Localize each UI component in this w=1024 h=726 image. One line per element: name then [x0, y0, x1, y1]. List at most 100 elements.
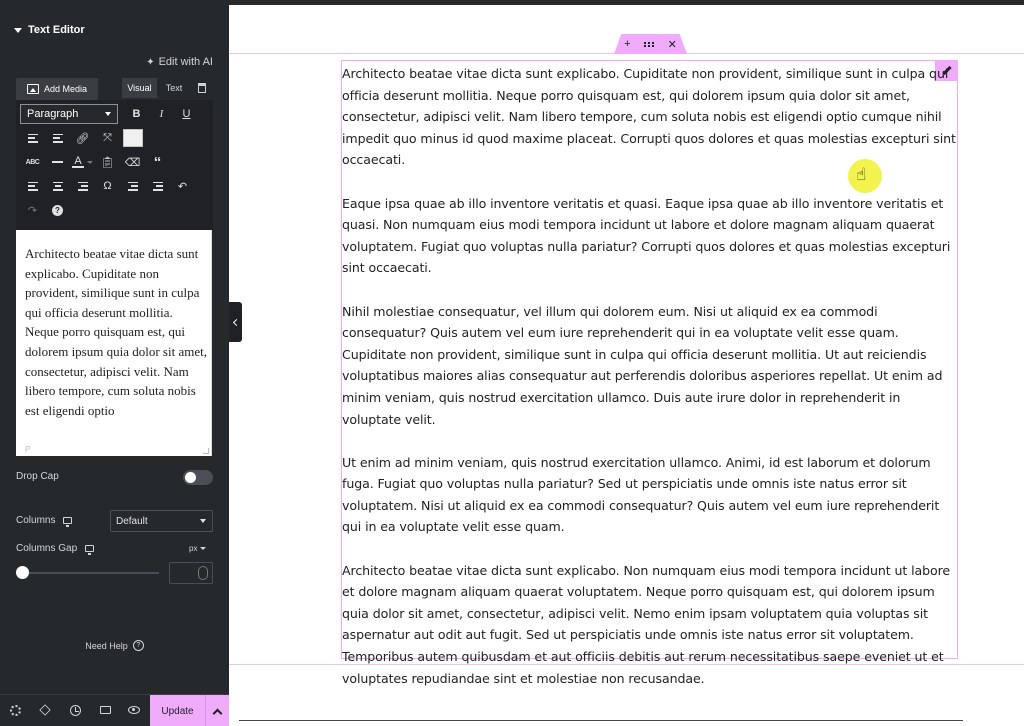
edit-with-ai-button[interactable]: ✦ Edit with AI	[146, 56, 213, 68]
redo-button[interactable]: ↷	[20, 199, 45, 221]
align-left-button[interactable]	[20, 175, 45, 197]
paste-text-button[interactable]: 📋︎	[95, 151, 120, 173]
align-right-button[interactable]	[70, 175, 95, 197]
align-right-icon	[77, 181, 88, 191]
responsive-mode-button[interactable]	[99, 704, 111, 716]
columns-gap-input[interactable]	[169, 562, 213, 584]
divider	[239, 720, 963, 721]
tab-visual[interactable]: Visual	[122, 78, 157, 98]
special-character-button[interactable]: Ω	[95, 175, 120, 197]
redo-icon: ↷	[27, 204, 38, 217]
columns-gap-control-label: Columns Gap	[16, 543, 95, 555]
save-options-button[interactable]	[205, 695, 229, 726]
desktop-icon[interactable]	[85, 545, 95, 555]
chevron-down-icon	[200, 519, 206, 523]
numbered-list-button[interactable]	[45, 127, 70, 149]
outdent-icon	[127, 181, 138, 191]
slider-track	[16, 572, 159, 574]
blockquote-button[interactable]: “	[145, 151, 170, 173]
question-circle-icon: ?	[132, 640, 144, 651]
clipboard-icon: 📋︎	[100, 156, 115, 169]
columns-select[interactable]: Default	[110, 510, 213, 532]
clear-formatting-button[interactable]: ⌫	[120, 151, 145, 173]
chevron-down-icon	[200, 547, 207, 550]
columns-gap-label: Columns Gap	[16, 543, 78, 554]
unit-value: px	[189, 544, 198, 553]
add-media-label: Add Media	[43, 84, 88, 94]
collapse-panel-button[interactable]	[229, 302, 242, 342]
fullscreen-button[interactable]: ⤧	[95, 127, 120, 149]
bold-button[interactable]: B	[124, 103, 149, 125]
navigator-button[interactable]	[39, 704, 51, 716]
undo-button[interactable]: ↶	[170, 175, 195, 197]
columns-gap-slider[interactable]	[16, 566, 159, 580]
section-header[interactable]: Text Editor	[14, 22, 85, 38]
editor-text[interactable]: Architecto beatae vitae dicta sunt expli…	[25, 244, 207, 420]
strikethrough-button[interactable]: ABC	[20, 151, 45, 173]
bullet-list-icon	[27, 133, 38, 143]
hand-cursor-icon: ☝	[856, 165, 867, 184]
drop-cap-label: Drop Cap	[16, 471, 59, 482]
drag-handle-icon[interactable]	[643, 41, 655, 47]
omega-icon: Ω	[103, 180, 112, 192]
eraser-icon: ⌫	[124, 156, 141, 169]
clear-button[interactable]	[191, 78, 213, 98]
tab-text[interactable]: Text	[158, 78, 190, 98]
bullet-list-button[interactable]	[20, 127, 45, 149]
slider-thumb[interactable]	[16, 566, 29, 579]
edit-with-ai-label: Edit with AI	[158, 56, 213, 68]
eye-icon	[128, 706, 140, 714]
canvas-top-edge	[229, 0, 1024, 5]
panel-footer: Update	[0, 694, 229, 726]
chevron-down-icon	[86, 160, 93, 164]
editor-path: P	[25, 445, 31, 454]
underline-button[interactable]: U	[174, 103, 199, 125]
horizontal-line-button[interactable]	[45, 151, 70, 173]
editor-content-area[interactable]: Architecto beatae vitae dicta sunt expli…	[16, 230, 212, 456]
paragraph: Ut enim ad minim veniam, quis nostrud ex…	[342, 454, 940, 535]
preview-button[interactable]	[128, 704, 140, 716]
keyboard-shortcuts-button[interactable]: ?	[45, 199, 70, 221]
outdent-button[interactable]	[120, 175, 145, 197]
fullscreen-icon: ⤧	[103, 131, 112, 144]
paragraph: Eaque ipsa quae ab illo inventore verita…	[342, 195, 951, 276]
help-icon: ?	[52, 204, 63, 216]
format-select-value: Paragraph	[27, 108, 79, 120]
link-button[interactable]: 🔗︎	[70, 127, 95, 149]
trash-icon	[198, 83, 206, 93]
section-handle[interactable]: + ✕	[614, 34, 687, 54]
chevron-left-icon	[232, 318, 241, 326]
unit-select[interactable]: px	[189, 544, 207, 553]
link-icon: 🔗︎	[75, 132, 90, 145]
editor-panel: Text Editor ✦ Edit with AI Add Media Vis…	[0, 0, 229, 726]
stepper-icon[interactable]	[198, 566, 208, 580]
desktop-icon[interactable]	[63, 517, 73, 527]
text-color-icon: A	[72, 155, 84, 168]
settings-button[interactable]	[9, 704, 21, 716]
add-media-button[interactable]: Add Media	[16, 78, 98, 100]
chevron-up-icon	[212, 708, 223, 718]
add-section-icon[interactable]: +	[624, 38, 630, 50]
paragraph: Nihil molestiae consequatur, vel illum q…	[342, 303, 943, 427]
text-color-button[interactable]: A	[70, 151, 95, 173]
italic-button[interactable]: I	[149, 103, 174, 125]
resize-handle[interactable]	[203, 448, 209, 454]
media-icon	[26, 84, 39, 94]
caret-down-icon	[14, 27, 22, 33]
paragraph: Architecto beatae vitae dicta sunt expli…	[342, 66, 956, 168]
horizontal-line-icon	[52, 161, 63, 163]
indent-button[interactable]	[145, 175, 170, 197]
align-center-icon	[52, 181, 63, 191]
align-center-button[interactable]	[45, 175, 70, 197]
paragraph: Architecto beatae vitae dicta sunt expli…	[342, 562, 951, 686]
layers-icon	[39, 704, 51, 716]
columns-select-value: Default	[116, 515, 148, 527]
format-select[interactable]: Paragraph	[20, 104, 118, 124]
need-help-link[interactable]: Need Help ?	[0, 640, 229, 651]
toolbar-toggle-button[interactable]	[120, 127, 145, 149]
numbered-list-icon	[52, 133, 63, 143]
history-button[interactable]	[69, 704, 81, 716]
update-button[interactable]: Update	[150, 695, 205, 726]
delete-section-icon[interactable]: ✕	[668, 38, 677, 51]
drop-cap-toggle[interactable]	[183, 470, 213, 485]
